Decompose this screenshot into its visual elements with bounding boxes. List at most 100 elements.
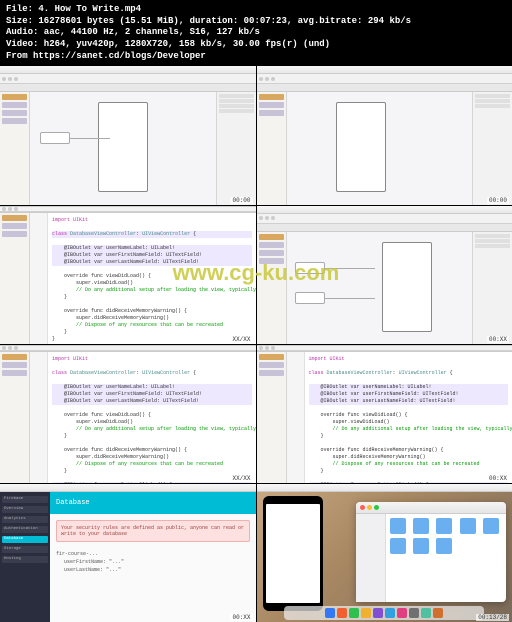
- timestamp: 00:00: [487, 197, 509, 204]
- scene-node[interactable]: [40, 132, 70, 144]
- nav-item[interactable]: [2, 223, 27, 229]
- dock-app-icon[interactable]: [421, 608, 431, 618]
- database-tree[interactable]: fir-course-... userFirstName: "..." user…: [56, 550, 250, 574]
- project-navigator[interactable]: [0, 352, 30, 483]
- nav-item[interactable]: [259, 94, 284, 100]
- db-node[interactable]: userFirstName: "...": [56, 558, 250, 566]
- nav-item[interactable]: [2, 215, 27, 221]
- folder-icon[interactable]: [413, 518, 429, 534]
- source-editor[interactable]: import UIKit class DatabaseViewControlle…: [48, 213, 256, 344]
- nav-item[interactable]: [259, 234, 284, 240]
- view-controller-scene[interactable]: [336, 102, 386, 192]
- view-controller-scene[interactable]: [382, 242, 432, 332]
- finder-sidebar[interactable]: [356, 514, 386, 602]
- nav-item[interactable]: [259, 362, 284, 368]
- storyboard-canvas[interactable]: [287, 232, 473, 344]
- nav-item[interactable]: [259, 250, 284, 256]
- traffic-light-icon: [259, 77, 263, 81]
- inspector-row[interactable]: [219, 104, 254, 108]
- db-node[interactable]: userLastName: "...": [56, 566, 250, 574]
- dock-app-icon[interactable]: [385, 608, 395, 618]
- folder-icon[interactable]: [460, 518, 476, 534]
- dock-app-icon[interactable]: [325, 608, 335, 618]
- segue-line: [325, 268, 375, 269]
- dock-app-icon[interactable]: [373, 608, 383, 618]
- fb-nav-database[interactable]: Database: [2, 536, 48, 543]
- source-editor[interactable]: import UIKit class DatabaseViewControlle…: [305, 352, 512, 483]
- inspector-row[interactable]: [475, 234, 510, 238]
- project-navigator[interactable]: [0, 213, 30, 344]
- traffic-light-icon: [259, 346, 263, 350]
- folder-icon[interactable]: [390, 538, 406, 554]
- firebase-sidebar[interactable]: Firebase Overview Analytics Authenticati…: [0, 492, 50, 622]
- folder-icon[interactable]: [436, 538, 452, 554]
- folder-icon[interactable]: [436, 518, 452, 534]
- nav-item[interactable]: [2, 362, 27, 368]
- dock-app-icon[interactable]: [433, 608, 443, 618]
- storyboard-canvas[interactable]: [287, 92, 473, 204]
- fb-nav-item[interactable]: Authentication: [2, 526, 48, 533]
- source-editor[interactable]: import UIKit class DatabaseViewControlle…: [48, 352, 256, 483]
- db-root[interactable]: fir-course-...: [56, 550, 250, 558]
- inspector-panel[interactable]: [216, 92, 256, 204]
- inspector-row[interactable]: [475, 244, 510, 248]
- ios-simulator[interactable]: [263, 496, 323, 611]
- dock-app-icon[interactable]: [409, 608, 419, 618]
- dock-app-icon[interactable]: [337, 608, 347, 618]
- finder-window[interactable]: [356, 502, 506, 602]
- nav-item[interactable]: [259, 354, 284, 360]
- nav-item[interactable]: [2, 231, 27, 237]
- nav-item[interactable]: [259, 242, 284, 248]
- close-icon[interactable]: [360, 505, 365, 510]
- fb-nav-item[interactable]: Storage: [2, 546, 48, 553]
- nav-item[interactable]: [2, 370, 27, 376]
- inspector-row[interactable]: [475, 104, 510, 108]
- scene-node[interactable]: [295, 292, 325, 304]
- nav-item[interactable]: [2, 354, 27, 360]
- inspector-row[interactable]: [219, 94, 254, 98]
- view-controller-scene[interactable]: [98, 102, 148, 192]
- fb-nav-item[interactable]: Overview: [2, 506, 48, 513]
- zoom-icon[interactable]: [374, 505, 379, 510]
- nav-item[interactable]: [2, 110, 27, 116]
- project-navigator[interactable]: [257, 232, 287, 344]
- project-navigator[interactable]: [0, 92, 30, 204]
- folder-icon[interactable]: [390, 518, 406, 534]
- storyboard-canvas[interactable]: [30, 92, 216, 204]
- nav-item[interactable]: [259, 370, 284, 376]
- nav-item[interactable]: [2, 118, 27, 124]
- inspector-panel[interactable]: [472, 92, 512, 204]
- nav-item[interactable]: [2, 94, 27, 100]
- scene-node[interactable]: [295, 262, 325, 274]
- fb-nav-item[interactable]: Analytics: [2, 516, 48, 523]
- inspector-row[interactable]: [475, 99, 510, 103]
- fb-nav-item[interactable]: Hosting: [2, 556, 48, 563]
- project-navigator[interactable]: [257, 352, 287, 483]
- from-line: From https://sanet.cd/blogs/Developer: [6, 51, 506, 63]
- project-navigator[interactable]: [257, 92, 287, 204]
- dock-app-icon[interactable]: [349, 608, 359, 618]
- folder-icon[interactable]: [483, 518, 499, 534]
- minimize-icon[interactable]: [367, 505, 372, 510]
- dock-app-icon[interactable]: [397, 608, 407, 618]
- nav-item[interactable]: [259, 258, 284, 264]
- nav-item[interactable]: [259, 102, 284, 108]
- nav-item[interactable]: [259, 110, 284, 116]
- finder-icons[interactable]: [386, 514, 506, 602]
- traffic-light-icon: [271, 346, 275, 350]
- inspector-row[interactable]: [219, 109, 254, 113]
- nav-item[interactable]: [2, 102, 27, 108]
- dock-app-icon[interactable]: [361, 608, 371, 618]
- inspector-panel[interactable]: [472, 232, 512, 344]
- inspector-row[interactable]: [475, 94, 510, 98]
- simulator-screen[interactable]: [266, 504, 320, 603]
- line-gutter: [287, 352, 305, 483]
- folder-icon[interactable]: [413, 538, 429, 554]
- inspector-row[interactable]: [219, 99, 254, 103]
- macos-dock[interactable]: [284, 606, 484, 620]
- inspector-row[interactable]: [475, 239, 510, 243]
- firebase-main: Database Your security rules are defined…: [50, 492, 256, 622]
- finder-titlebar[interactable]: [356, 502, 506, 514]
- thumb-2-storyboard: 00:00: [257, 66, 512, 204]
- macos-menubar: [257, 66, 512, 74]
